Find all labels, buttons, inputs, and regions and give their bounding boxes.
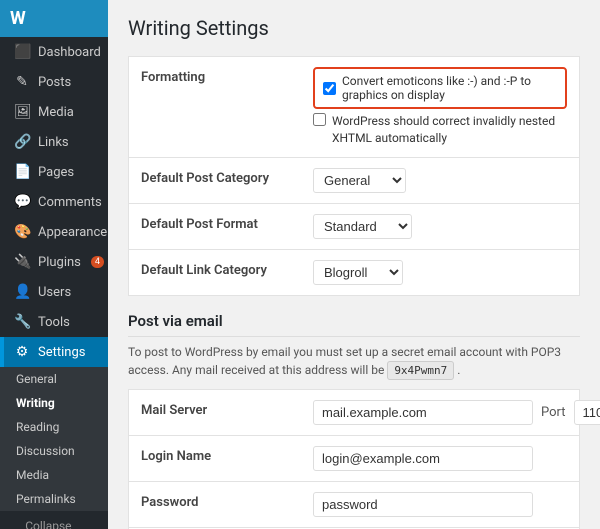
sidebar-item-pages[interactable]: 📄 Pages [0, 157, 108, 187]
pages-icon: 📄 [14, 164, 30, 180]
sidebar-item-label: Appearance [38, 225, 107, 240]
comments-icon: 💬 [14, 194, 30, 210]
default-link-category-control: Blogroll [313, 260, 567, 285]
sidebar-item-links[interactable]: 🔗 Links [0, 127, 108, 157]
default-post-category-select[interactable]: General [313, 168, 406, 193]
posts-icon: ✎ [14, 74, 30, 90]
sidebar-item-label: Plugins [38, 255, 81, 270]
sidebar-sub-general[interactable]: General [0, 367, 108, 391]
sidebar-item-posts[interactable]: ✎ Posts [0, 67, 108, 97]
sidebar: W ⬛ Dashboard ✎ Posts 🖼 Media 🔗 Links 📄 … [0, 0, 108, 529]
default-post-format-label: Default Post Format [141, 214, 301, 232]
collapse-menu-button[interactable]: ◀ Collapse menu [0, 511, 108, 529]
default-post-format-control: Standard [313, 214, 567, 239]
password-control [313, 492, 567, 517]
sidebar-item-label: Comments [38, 195, 102, 210]
sidebar-item-tools[interactable]: 🔧 Tools [0, 307, 108, 337]
post-via-email-title: Post via email [128, 312, 580, 337]
appearance-icon: 🎨 [14, 224, 30, 240]
post-via-email-description: To post to WordPress by email you must s… [128, 343, 580, 380]
default-link-category-select[interactable]: Blogroll [313, 260, 403, 285]
sidebar-item-label: Dashboard [38, 45, 101, 60]
main-content: Writing Settings Formatting Convert emot… [108, 0, 600, 529]
sidebar-item-users[interactable]: 👤 Users [0, 277, 108, 307]
login-name-label: Login Name [141, 446, 301, 464]
sidebar-item-media[interactable]: 🖼 Media [0, 97, 108, 127]
links-icon: 🔗 [14, 134, 30, 150]
formatting-options: Convert emoticons like :-) and :-P to gr… [313, 67, 567, 147]
password-label: Password [141, 492, 301, 510]
settings-icon: ⚙ [14, 344, 30, 360]
sidebar-item-appearance[interactable]: 🎨 Appearance [0, 217, 108, 247]
plugins-icon: 🔌 [14, 254, 30, 270]
sidebar-item-dashboard[interactable]: ⬛ Dashboard [0, 37, 108, 67]
mail-server-control: Port [313, 400, 600, 425]
port-label: Port [541, 405, 566, 420]
sidebar-item-label: Links [38, 135, 69, 150]
plugins-badge: 4 [91, 256, 104, 268]
mail-server-input[interactable] [313, 400, 533, 425]
sidebar-item-label: Posts [38, 75, 71, 90]
mail-server-label: Mail Server [141, 400, 301, 418]
default-link-category-label: Default Link Category [141, 260, 301, 278]
tools-icon: 🔧 [14, 314, 30, 330]
formatting-checkbox2[interactable] [313, 113, 326, 126]
sidebar-item-label: Users [38, 285, 71, 300]
port-input[interactable] [574, 400, 600, 425]
formatting-option1-label: Convert emoticons like :-) and :-P to gr… [342, 74, 557, 102]
formatting-option1-row: Convert emoticons like :-) and :-P to gr… [313, 67, 567, 109]
default-post-format-select[interactable]: Standard [313, 214, 412, 239]
sidebar-sub-media[interactable]: Media [0, 463, 108, 487]
sidebar-sub-reading[interactable]: Reading [0, 415, 108, 439]
sidebar-sub-writing[interactable]: Writing [0, 391, 108, 415]
sidebar-item-label: Tools [38, 315, 70, 330]
collapse-label: Collapse menu [25, 519, 98, 529]
media-icon: 🖼 [14, 104, 30, 120]
default-post-category-control: General [313, 168, 567, 193]
sidebar-item-plugins[interactable]: 🔌 Plugins 4 [0, 247, 108, 277]
settings-submenu: General Writing Reading Discussion Media… [0, 367, 108, 511]
sidebar-sub-permalinks[interactable]: Permalinks [0, 487, 108, 511]
password-input[interactable] [313, 492, 533, 517]
wp-logo-icon: W [10, 8, 26, 29]
sidebar-item-settings[interactable]: ⚙ Settings [0, 337, 108, 367]
formatting-label: Formatting [141, 67, 301, 85]
sidebar-item-label: Settings [38, 345, 85, 360]
default-post-category-label: Default Post Category [141, 168, 301, 186]
users-icon: 👤 [14, 284, 30, 300]
page-title: Writing Settings [128, 16, 580, 40]
sidebar-logo[interactable]: W [0, 0, 108, 37]
secret-key: 9x4Pwmn7 [387, 361, 454, 380]
formatting-option2-label: WordPress should correct invalidly neste… [332, 113, 567, 147]
formatting-checkbox1[interactable] [323, 82, 336, 95]
sidebar-sub-discussion[interactable]: Discussion [0, 439, 108, 463]
login-name-control [313, 446, 567, 471]
dashboard-icon: ⬛ [14, 44, 30, 60]
formatting-option2-row: WordPress should correct invalidly neste… [313, 113, 567, 147]
login-name-input[interactable] [313, 446, 533, 471]
sidebar-item-comments[interactable]: 💬 Comments [0, 187, 108, 217]
sidebar-item-label: Pages [38, 165, 74, 180]
sidebar-item-label: Media [38, 105, 74, 120]
